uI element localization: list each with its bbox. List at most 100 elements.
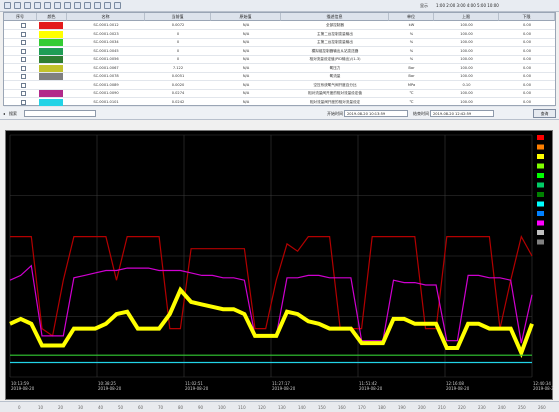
table-header-cell[interactable]: 当前值 bbox=[145, 13, 211, 21]
export-icon[interactable] bbox=[104, 2, 111, 9]
chart-svg: 10:13:592019-08-2010:38:252019-08-2011:0… bbox=[9, 134, 557, 391]
series-color-swatch bbox=[39, 81, 63, 89]
scroll-tick-label: 210 bbox=[438, 405, 446, 410]
row-checkbox[interactable] bbox=[21, 31, 26, 37]
time-scrollbar[interactable]: 0 10 20 30 40 50 60 70 80 90 100 110 120 130 140 150 160… bbox=[0, 401, 559, 412]
print-icon[interactable] bbox=[24, 2, 31, 9]
x-tick-label: 2019-08-20 bbox=[272, 386, 296, 391]
end-time-label: 结束时间 bbox=[413, 111, 429, 116]
table-header-cell[interactable]: 上限 bbox=[434, 13, 499, 21]
scroll-tick-label: 60 bbox=[138, 405, 144, 410]
point-table: 序号 颜色 名称 当前值 原始值 描述信息 单位 上限 下限 SC.0001.0012 0.0072… bbox=[3, 12, 556, 107]
table-header-cell[interactable]: 序号 bbox=[4, 13, 37, 21]
row-checkbox[interactable] bbox=[21, 23, 26, 28]
scroll-tick-label: 160 bbox=[338, 405, 346, 410]
cell-name: SC.0001.0101 bbox=[93, 99, 119, 104]
table-header-cell[interactable]: 单位 bbox=[389, 13, 434, 21]
scroll-tick-label: 200 bbox=[418, 405, 426, 410]
search-label: 搜索 bbox=[9, 111, 17, 116]
row-checkbox[interactable] bbox=[21, 65, 26, 71]
legend-swatch[interactable] bbox=[537, 135, 544, 140]
search-input[interactable] bbox=[24, 110, 96, 117]
series-color-swatch bbox=[39, 73, 63, 80]
cell-lower: 0.00 bbox=[522, 99, 531, 104]
table-header-cell[interactable]: 颜色 bbox=[37, 13, 67, 21]
scroll-tick-label: 170 bbox=[358, 405, 366, 410]
refresh-icon[interactable] bbox=[84, 2, 91, 9]
scroll-tick-label: 80 bbox=[178, 405, 184, 410]
forward-icon[interactable] bbox=[44, 2, 51, 9]
row-checkbox[interactable] bbox=[21, 48, 26, 54]
series-color-swatch bbox=[39, 47, 63, 55]
scroll-tick-label: 250 bbox=[518, 405, 526, 410]
start-time-label: 开始时间 bbox=[327, 111, 343, 116]
end-time-input[interactable]: 2019-08-20 12:42:59 bbox=[430, 110, 494, 117]
save-icon[interactable] bbox=[14, 2, 21, 9]
series-color-swatch bbox=[39, 56, 63, 63]
table-row[interactable]: SC.0001.0101 0.0242 N/A 相对流量阀开度的相对流量设定 ℃ 100.… bbox=[4, 98, 555, 107]
legend-swatch[interactable] bbox=[537, 173, 544, 178]
scroll-tick-label: 120 bbox=[258, 405, 266, 410]
cell-raw: N/A bbox=[242, 99, 250, 104]
table-header-cell[interactable]: 原始值 bbox=[211, 13, 281, 21]
legend-swatch[interactable] bbox=[537, 144, 544, 150]
x-tick-label: 2019-08-20 bbox=[185, 386, 209, 391]
legend-swatch[interactable] bbox=[537, 192, 544, 197]
back-icon[interactable] bbox=[34, 2, 41, 9]
legend-swatch[interactable] bbox=[537, 163, 544, 169]
legend-swatch[interactable] bbox=[537, 230, 544, 235]
x-tick-label: 2019-08-20 bbox=[533, 386, 554, 391]
scroll-tick-label: 40 bbox=[98, 405, 104, 410]
x-tick-label: 2019-08-20 bbox=[359, 386, 383, 391]
settings-icon[interactable] bbox=[114, 2, 121, 9]
start-time-input[interactable]: 2019-08-20 10:13:59 bbox=[344, 110, 408, 117]
search-icon[interactable]: ◂ bbox=[3, 111, 5, 116]
x-tick-label: 2019-08-20 bbox=[98, 386, 122, 391]
row-checkbox[interactable] bbox=[21, 82, 26, 88]
legend-swatch[interactable] bbox=[537, 201, 544, 207]
toolbar: 显示 1:00 2:00 3:00 4:00 5:00 10:00 bbox=[0, 0, 559, 12]
row-checkbox[interactable] bbox=[21, 40, 26, 45]
filter-bar: ◂ 搜索 开始时间 2019-08-20 10:13:59 结束时间 2019-… bbox=[0, 107, 559, 120]
scroll-tick-label: 10 bbox=[38, 405, 44, 410]
zoom-out-icon[interactable] bbox=[64, 2, 71, 9]
series-color-swatch bbox=[39, 39, 63, 46]
x-tick-label: 2019-08-20 bbox=[446, 386, 470, 391]
cell-current: 0.0242 bbox=[171, 99, 185, 104]
fit-icon[interactable] bbox=[74, 2, 81, 9]
zoom-in-icon[interactable] bbox=[54, 2, 61, 9]
series-color-swatch bbox=[39, 30, 63, 38]
row-checkbox[interactable] bbox=[21, 57, 26, 62]
scroll-tick-label: 190 bbox=[398, 405, 406, 410]
open-icon[interactable] bbox=[4, 2, 11, 9]
row-checkbox[interactable] bbox=[21, 91, 26, 96]
legend-swatch[interactable] bbox=[537, 182, 544, 188]
query-button[interactable]: 查询 bbox=[533, 109, 556, 118]
series-color-swatch bbox=[39, 64, 63, 72]
table-header-cell[interactable]: 名称 bbox=[67, 13, 145, 21]
scroll-tick-label: 0 bbox=[18, 405, 21, 410]
scroll-tick-label: 150 bbox=[318, 405, 326, 410]
scroll-tick-label: 110 bbox=[238, 405, 246, 410]
display-range-values[interactable]: 1:00 2:00 3:00 4:00 5:00 10:00 bbox=[436, 3, 499, 8]
series-color-swatch bbox=[39, 22, 63, 29]
copy-icon[interactable] bbox=[94, 2, 101, 9]
table-header-cell[interactable]: 下限 bbox=[499, 13, 555, 21]
scroll-tick-label: 90 bbox=[198, 405, 204, 410]
x-tick-label: 2019-08-20 bbox=[11, 386, 35, 391]
cell-unit: ℃ bbox=[409, 99, 414, 104]
row-checkbox[interactable] bbox=[21, 74, 26, 79]
scroll-tick-label: 220 bbox=[458, 405, 466, 410]
series-color-swatch bbox=[39, 90, 63, 97]
legend-swatch[interactable] bbox=[537, 211, 544, 216]
scroll-tick-label: 140 bbox=[298, 405, 306, 410]
table-header-cell[interactable]: 描述信息 bbox=[281, 13, 389, 21]
display-range-label: 显示 bbox=[420, 3, 428, 8]
legend-swatch[interactable] bbox=[537, 220, 544, 226]
trend-chart[interactable]: 10:13:59 2019-08-20 10:38:25 2019-08-20 11:0… bbox=[5, 130, 557, 400]
scroll-tick-label: 30 bbox=[78, 405, 84, 410]
legend-swatch[interactable] bbox=[537, 239, 544, 245]
cell-desc: 相对流量阀开度的相对流量设定 bbox=[309, 99, 361, 104]
legend-swatch[interactable] bbox=[537, 154, 544, 159]
row-checkbox[interactable] bbox=[21, 99, 26, 105]
